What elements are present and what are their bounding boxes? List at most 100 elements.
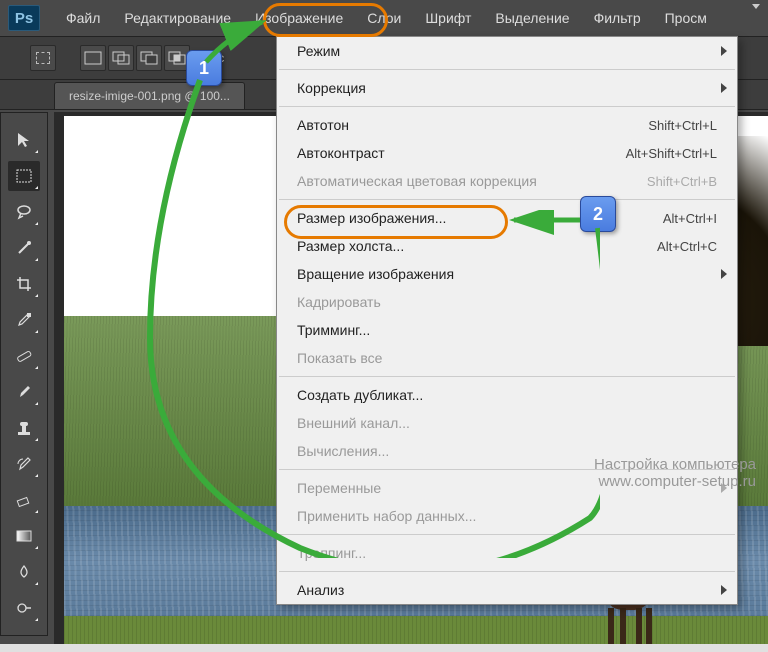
- selection-preset-btn[interactable]: [30, 45, 56, 71]
- watermark: Настройка компьютера www.computer-setup.…: [594, 456, 756, 490]
- photoshop-window: Ps Файл Редактирование Изображение Слои …: [0, 0, 768, 644]
- document-tab[interactable]: resize-imige-001.png @ 100...: [54, 82, 245, 109]
- submenu-arrow-icon: [721, 585, 727, 595]
- menu-calculations-label: Вычисления...: [297, 443, 389, 459]
- menu-autocolor: Автоматическая цветовая коррекция Shift+C…: [277, 167, 737, 195]
- move-tool[interactable]: [8, 125, 40, 155]
- menu-analysis-label: Анализ: [297, 582, 344, 598]
- history-brush-tool[interactable]: [8, 449, 40, 479]
- menu-crop-label: Кадрировать: [297, 294, 381, 310]
- eraser-tool[interactable]: [8, 485, 40, 515]
- marquee-tool[interactable]: [8, 161, 40, 191]
- submenu-arrow-icon: [721, 269, 727, 279]
- brush-tool[interactable]: [8, 377, 40, 407]
- dodge-tool[interactable]: [8, 593, 40, 623]
- selection-subtract-btn[interactable]: [136, 45, 162, 71]
- menu-crop: Кадрировать: [277, 288, 737, 316]
- gradient-icon: [15, 527, 33, 545]
- menu-autotone[interactable]: Автотон Shift+Ctrl+L: [277, 111, 737, 139]
- menu-select[interactable]: Выделение: [483, 2, 581, 34]
- image-menu-dropdown: Режим Коррекция Автотон Shift+Ctrl+L Авто…: [276, 36, 738, 605]
- menu-mode-label: Режим: [297, 43, 340, 59]
- menu-image-rotation[interactable]: Вращение изображения: [277, 260, 737, 288]
- marquee-icon: [36, 52, 50, 64]
- menu-separator: [279, 199, 735, 200]
- magic-wand-tool[interactable]: [8, 233, 40, 263]
- menu-filter[interactable]: Фильтр: [582, 2, 653, 34]
- lasso-tool[interactable]: [8, 197, 40, 227]
- shortcut-text: Alt+Ctrl+I: [663, 211, 717, 226]
- crop-tool[interactable]: [8, 269, 40, 299]
- annotation-highlight-2: [284, 205, 508, 239]
- selection-add-btn[interactable]: [108, 45, 134, 71]
- brush-icon: [15, 383, 33, 401]
- submenu-arrow-icon: [721, 46, 727, 56]
- watermark-line1: Настройка компьютера: [594, 456, 756, 473]
- menu-reveal-all: Показать все: [277, 344, 737, 372]
- sel-new-icon: [84, 51, 102, 65]
- move-icon: [15, 131, 33, 149]
- lasso-icon: [15, 203, 33, 221]
- menu-trap-label: Треппинг...: [297, 545, 366, 561]
- blur-icon: [15, 563, 33, 581]
- menu-adjustments[interactable]: Коррекция: [277, 74, 737, 102]
- crop-icon: [15, 275, 33, 293]
- menu-autocolor-label: Автоматическая цветовая коррекция: [297, 173, 537, 189]
- gradient-tool[interactable]: [8, 521, 40, 551]
- menu-autocontrast[interactable]: АвтоконтрастAlt+Shift+Ctrl+L: [277, 139, 737, 167]
- bandaid-icon: [15, 347, 33, 365]
- shortcut-text: Alt+Ctrl+C: [657, 239, 717, 254]
- sel-add-icon: [112, 51, 130, 65]
- menu-separator: [279, 106, 735, 107]
- app-logo[interactable]: Ps: [8, 5, 40, 31]
- menu-mode[interactable]: Режим: [277, 37, 737, 65]
- menu-duplicate[interactable]: Создать дубликат...: [277, 381, 737, 409]
- menu-edit[interactable]: Редактирование: [112, 2, 243, 34]
- menu-trim-label: Тримминг...: [297, 322, 370, 338]
- annotation-badge-2: 2: [580, 196, 616, 232]
- shortcut-text: Shift+Ctrl+L: [648, 118, 717, 133]
- menu-adjustments-label: Коррекция: [297, 80, 366, 96]
- menu-separator: [279, 69, 735, 70]
- stamp-icon: [15, 419, 33, 437]
- toolbox: [0, 112, 48, 636]
- healing-brush-tool[interactable]: [8, 341, 40, 371]
- eraser-icon: [15, 491, 33, 509]
- submenu-arrow-icon: [721, 83, 727, 93]
- watermark-line2: www.computer-setup.ru: [594, 473, 756, 490]
- menu-separator: [279, 534, 735, 535]
- menu-variables-label: Переменные: [297, 480, 381, 496]
- shortcut-text: Alt+Shift+Ctrl+L: [626, 146, 717, 161]
- menu-apply-image: Внешний канал...: [277, 409, 737, 437]
- menu-apply-dataset-label: Применить набор данных...: [297, 508, 476, 524]
- wand-icon: [15, 239, 33, 257]
- menu-separator: [279, 376, 735, 377]
- blur-tool[interactable]: [8, 557, 40, 587]
- sel-sub-icon: [140, 51, 158, 65]
- menu-image-rotation-label: Вращение изображения: [297, 266, 454, 282]
- selection-new-btn[interactable]: [80, 45, 106, 71]
- shortcut-text: Shift+Ctrl+B: [647, 174, 717, 189]
- menu-trap: Треппинг...: [277, 539, 737, 567]
- history-brush-icon: [15, 455, 33, 473]
- menu-analysis[interactable]: Анализ: [277, 576, 737, 604]
- image-foreground: [64, 616, 768, 644]
- marquee-icon: [15, 167, 33, 185]
- dodge-icon: [15, 599, 33, 617]
- clone-stamp-tool[interactable]: [8, 413, 40, 443]
- menu-trim[interactable]: Тримминг...: [277, 316, 737, 344]
- menu-reveal-all-label: Показать все: [297, 350, 382, 366]
- eyedropper-icon: [15, 311, 33, 329]
- menu-type[interactable]: Шрифт: [413, 2, 483, 34]
- menu-canvas-size-label: Размер холста...: [297, 238, 404, 254]
- menu-apply-dataset: Применить набор данных...: [277, 502, 737, 530]
- menu-view[interactable]: Просм: [653, 2, 719, 34]
- menu-duplicate-label: Создать дубликат...: [297, 387, 423, 403]
- sel-int-icon: [168, 51, 186, 65]
- menu-autotone-label: Автотон: [297, 117, 349, 133]
- menu-separator: [279, 571, 735, 572]
- chevron-down-icon: [752, 4, 760, 10]
- menu-file[interactable]: Файл: [54, 2, 112, 34]
- eyedropper-tool[interactable]: [8, 305, 40, 335]
- annotation-badge-1: 1: [186, 50, 222, 86]
